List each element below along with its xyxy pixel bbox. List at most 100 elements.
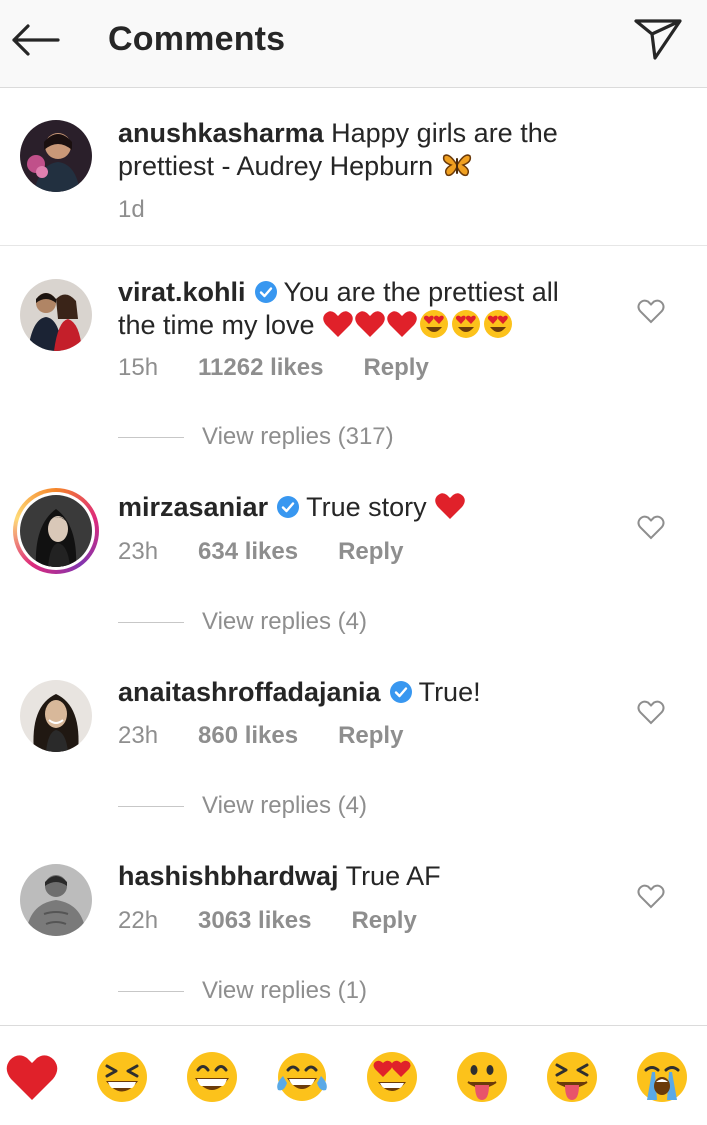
divider-line [118, 805, 184, 807]
like-count[interactable]: 3063 likes [198, 907, 311, 935]
view-replies-button[interactable]: View replies (4) [118, 792, 367, 820]
loudly-crying-icon [637, 1052, 687, 1102]
comment-body-line1: You are the prettiest all [283, 277, 559, 307]
like-count[interactable]: 11262 likes [198, 354, 323, 382]
emoji-button-laughing-squint[interactable] [95, 1050, 149, 1104]
avatar[interactable] [20, 864, 92, 936]
header-bar: Comments [0, 0, 707, 88]
emoji-button-tears-of-joy[interactable] [275, 1050, 329, 1104]
heart-eyes-icon [482, 309, 514, 339]
avatar-ring-inner [17, 492, 95, 570]
arrow-left-icon [12, 24, 60, 56]
timestamp: 1d [118, 196, 145, 223]
caption-username[interactable]: anushkasharma [118, 118, 324, 148]
laughing-squint-icon [97, 1052, 147, 1102]
avatar-image-mirzasaniar [20, 495, 92, 567]
reply-button[interactable]: Reply [363, 354, 428, 382]
view-replies-button[interactable]: View replies (1) [118, 977, 367, 1005]
view-replies-label: View replies (317) [202, 423, 394, 450]
comment-text: anaitashroffadajania True! [118, 676, 618, 709]
like-button[interactable] [636, 881, 666, 911]
page-title: Comments [108, 20, 286, 58]
comment-username[interactable]: virat.kohli [118, 277, 246, 307]
like-button[interactable] [636, 512, 666, 542]
heart-eyes-icon [367, 1052, 417, 1102]
comment-text: hashishbhardwaj True AF [118, 860, 618, 893]
avatar[interactable] [20, 279, 92, 351]
red-heart-icon [386, 309, 418, 339]
emoji-reaction-bar [0, 1025, 707, 1125]
comment-meta: 23h 634 likes Reply [118, 538, 403, 566]
heart-eyes-icon [418, 309, 450, 339]
heart-eyes-icon [450, 309, 482, 339]
avatar-image-anushkasharma [20, 120, 92, 192]
butterfly-icon [441, 150, 473, 180]
post-caption: anushkasharma Happy girls are the pretti… [0, 90, 707, 246]
comment-meta: 23h 860 likes Reply [118, 722, 403, 750]
verified-badge-icon [254, 281, 277, 303]
timestamp: 15h [118, 354, 159, 381]
emoji-button-red-heart[interactable] [5, 1050, 59, 1104]
comment-body: True! [418, 677, 481, 707]
heart-outline-icon [637, 884, 665, 909]
view-replies-label: View replies (1) [202, 977, 367, 1004]
like-button[interactable] [636, 296, 666, 326]
red-heart-icon [6, 1055, 58, 1100]
comment-body: True AF [345, 861, 441, 891]
emoji-button-tongue-out[interactable] [455, 1050, 509, 1104]
avatar-image-hashishbhardwaj [20, 864, 92, 936]
comment-body-line2: the time my love [118, 310, 315, 340]
view-replies-button[interactable]: View replies (4) [118, 608, 367, 636]
caption-text: anushkasharma Happy girls are the pretti… [118, 117, 598, 183]
share-button[interactable] [630, 14, 686, 64]
verified-badge-icon [389, 681, 412, 703]
emoji-button-loudly-crying[interactable] [635, 1050, 689, 1104]
avatar-story-ring[interactable] [13, 488, 99, 574]
heart-outline-icon [637, 700, 665, 725]
comment-username[interactable]: hashishbhardwaj [118, 861, 339, 891]
divider-line [118, 436, 184, 438]
paper-plane-icon [634, 19, 682, 60]
timestamp: 23h [118, 538, 159, 565]
reply-button[interactable]: Reply [338, 722, 403, 750]
reply-button[interactable]: Reply [351, 907, 416, 935]
grinning-icon [187, 1052, 237, 1102]
squinting-tongue-icon [547, 1052, 597, 1102]
view-replies-label: View replies (4) [202, 608, 367, 635]
divider-line [118, 990, 184, 992]
red-heart-icon [434, 491, 466, 521]
red-heart-icon [354, 309, 386, 339]
avatar[interactable] [20, 120, 92, 192]
timestamp: 23h [118, 722, 159, 749]
comment-text: mirzasaniar True story [118, 491, 618, 524]
heart-outline-icon [637, 515, 665, 540]
view-replies-button[interactable]: View replies (317) [118, 423, 394, 451]
timestamp: 22h [118, 907, 159, 934]
comment-body: True story [306, 492, 427, 522]
comment-username[interactable]: mirzasaniar [118, 492, 268, 522]
verified-badge-icon [277, 496, 300, 518]
like-count[interactable]: 860 likes [198, 722, 298, 750]
heart-outline-icon [637, 299, 665, 324]
like-button[interactable] [636, 697, 666, 727]
avatar-image-virat-kohli [20, 279, 92, 351]
divider-line [118, 621, 184, 623]
avatar-image-anaitashroffadajania [20, 680, 92, 752]
comment-meta: 22h 3063 likes Reply [118, 907, 417, 935]
caption-meta: 1d [118, 196, 198, 224]
tears-of-joy-icon [277, 1053, 327, 1101]
view-replies-label: View replies (4) [202, 792, 367, 819]
comment-text: virat.kohli You are the prettiest all the… [118, 276, 618, 342]
red-heart-icon [322, 309, 354, 339]
tongue-out-icon [457, 1052, 507, 1102]
back-button[interactable] [8, 18, 62, 62]
avatar[interactable] [20, 680, 92, 752]
comment-meta: 15h 11262 likes Reply [118, 354, 429, 382]
emoji-button-heart-eyes[interactable] [365, 1050, 419, 1104]
avatar [20, 495, 92, 567]
emoji-button-squinting-tongue[interactable] [545, 1050, 599, 1104]
emoji-button-grinning[interactable] [185, 1050, 239, 1104]
comment-username[interactable]: anaitashroffadajania [118, 677, 381, 707]
reply-button[interactable]: Reply [338, 538, 403, 566]
like-count[interactable]: 634 likes [198, 538, 298, 566]
